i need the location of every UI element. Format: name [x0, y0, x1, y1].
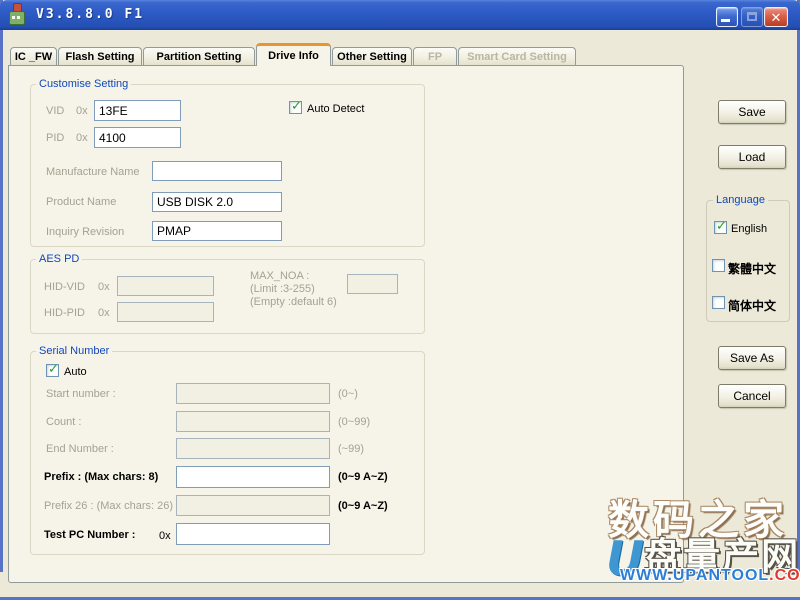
- window-border-left: [0, 0, 3, 572]
- language-simplified-label: 简体中文: [728, 297, 776, 314]
- close-button[interactable]: ✕: [764, 7, 788, 27]
- manufacture-name-input[interactable]: [152, 161, 282, 181]
- language-traditional-checkbox[interactable]: [712, 259, 725, 272]
- inquiry-revision-input[interactable]: [152, 221, 282, 241]
- minimize-button[interactable]: [716, 7, 738, 27]
- hid-vid-hex-prefix: 0x: [98, 281, 110, 293]
- language-english-checkbox[interactable]: ✓: [714, 221, 727, 234]
- hid-vid-label: HID-VID: [44, 281, 85, 293]
- language-group-title: Language: [713, 194, 768, 206]
- start-number-label: Start number :: [46, 388, 116, 400]
- end-number-range: (~99): [338, 443, 364, 455]
- tab-fp: FP: [413, 47, 457, 66]
- start-number-range: (0~): [338, 388, 358, 400]
- language-simplified-checkbox[interactable]: [712, 296, 725, 309]
- language-traditional-label: 繁體中文: [728, 260, 776, 277]
- tab-drive-info[interactable]: Drive Info: [256, 43, 331, 66]
- end-number-input: [176, 438, 330, 459]
- start-number-input: [176, 383, 330, 404]
- max-noa-limit-label: (Limit :3-255): [250, 283, 315, 295]
- maximize-button: [741, 7, 763, 27]
- vid-input[interactable]: [94, 100, 181, 121]
- product-name-label: Product Name: [46, 196, 116, 208]
- pid-input[interactable]: [94, 127, 181, 148]
- tab-partition-setting[interactable]: Partition Setting: [143, 47, 255, 66]
- close-icon: ✕: [771, 10, 782, 25]
- max-noa-input: [347, 274, 398, 294]
- hid-pid-input: [117, 302, 214, 322]
- tab-smart-card-setting: Smart Card Setting: [458, 47, 576, 66]
- app-icon: [8, 3, 26, 27]
- count-label: Count :: [46, 416, 81, 428]
- auto-detect-checkbox[interactable]: ✓: [289, 101, 302, 114]
- save-as-button[interactable]: Save As: [718, 346, 786, 370]
- test-pc-hex-prefix: 0x: [159, 530, 171, 542]
- check-icon: ✓: [48, 362, 59, 376]
- load-button[interactable]: Load: [718, 145, 786, 169]
- end-number-label: End Number :: [46, 443, 114, 455]
- prefix-label: Prefix : (Max chars: 8): [44, 471, 158, 483]
- vid-hex-prefix: 0x: [76, 105, 88, 117]
- serial-auto-checkbox[interactable]: ✓: [46, 364, 59, 377]
- minimize-icon: [721, 19, 730, 22]
- titlebar: V3.8.8.0 F1 ✕: [0, 0, 800, 30]
- prefix26-label: Prefix 26 : (Max chars: 26): [44, 500, 173, 512]
- prefix-input[interactable]: [176, 466, 330, 488]
- pid-hex-prefix: 0x: [76, 132, 88, 144]
- serial-auto-label: Auto: [64, 366, 87, 378]
- count-range: (0~99): [338, 416, 370, 428]
- save-button[interactable]: Save: [718, 100, 786, 124]
- vid-label: VID: [46, 105, 64, 117]
- hid-pid-label: HID-PID: [44, 307, 85, 319]
- prefix26-range: (0~9 A~Z): [338, 500, 388, 512]
- max-noa-empty-label: (Empty :default 6): [250, 296, 337, 308]
- manufacture-name-label: Manufacture Name: [46, 166, 140, 178]
- hid-vid-input: [117, 276, 214, 296]
- language-english-label: English: [731, 223, 767, 235]
- check-icon: ✓: [716, 219, 727, 233]
- tab-other-setting[interactable]: Other Setting: [332, 47, 412, 66]
- hid-pid-hex-prefix: 0x: [98, 307, 110, 319]
- check-icon: ✓: [291, 99, 302, 113]
- product-name-input[interactable]: [152, 192, 282, 212]
- count-input: [176, 411, 330, 432]
- watermark-url-tld: .COM: [769, 567, 800, 584]
- inquiry-revision-label: Inquiry Revision: [46, 226, 124, 238]
- window-title: V3.8.8.0 F1: [36, 7, 144, 22]
- tab-flash-setting[interactable]: Flash Setting: [58, 47, 142, 66]
- test-pc-number-input[interactable]: [176, 523, 330, 545]
- max-noa-label: MAX_NOA :: [250, 270, 309, 282]
- serial-number-group-title: Serial Number: [36, 345, 112, 357]
- pid-label: PID: [46, 132, 64, 144]
- prefix-range: (0~9 A~Z): [338, 471, 388, 483]
- tab-ic-fw[interactable]: IC _FW: [10, 47, 57, 66]
- aes-pd-group-title: AES PD: [36, 253, 82, 265]
- aes-pd-group: [30, 259, 425, 334]
- test-pc-number-label: Test PC Number :: [44, 529, 135, 541]
- prefix26-input: [176, 495, 330, 516]
- cancel-button[interactable]: Cancel: [718, 384, 786, 408]
- auto-detect-label: Auto Detect: [307, 103, 364, 115]
- customise-setting-group-title: Customise Setting: [36, 78, 131, 90]
- maximize-icon: [747, 12, 757, 21]
